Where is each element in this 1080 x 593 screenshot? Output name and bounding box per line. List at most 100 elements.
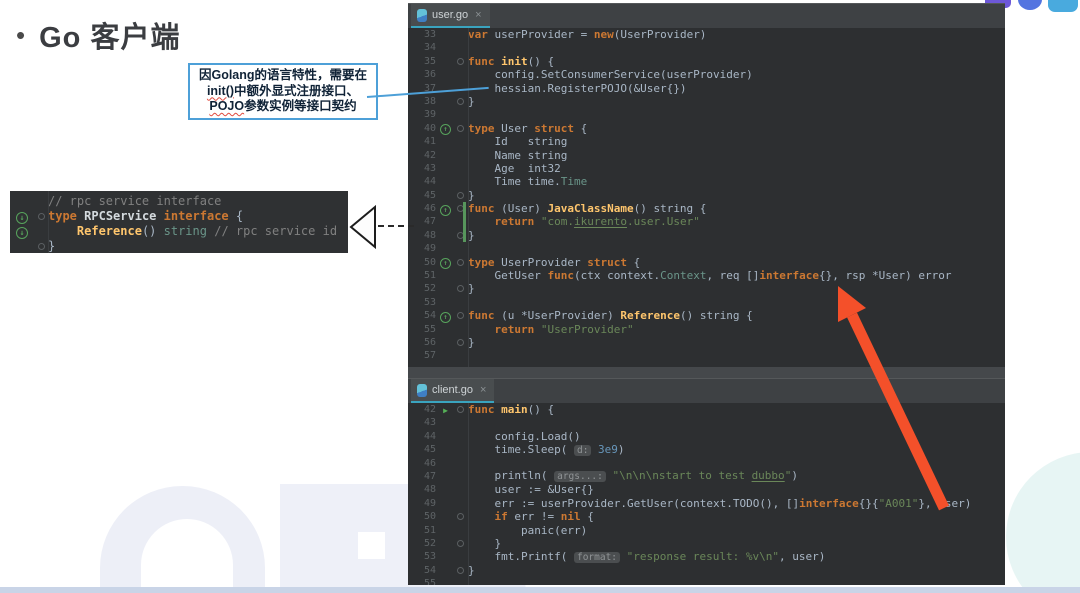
- code-line: 48}: [408, 229, 1005, 242]
- code-text: fmt.Printf( format: "response result: %v…: [468, 549, 826, 563]
- tab-client-go[interactable]: client.go ×: [411, 379, 495, 403]
- code-text: type UserProvider struct {: [468, 255, 641, 269]
- tab-user-go[interactable]: user.go ×: [411, 4, 490, 28]
- code-line: 50 if err != nil {: [408, 510, 1005, 523]
- line-number: 42: [423, 149, 436, 161]
- gutter-divider: [48, 191, 49, 253]
- fold-marker: [34, 209, 48, 224]
- implemented-marker-icon: ↑: [438, 309, 453, 323]
- line-number: 44: [423, 430, 436, 442]
- line-number: 52: [423, 537, 436, 549]
- code-text: if err != nil {: [494, 510, 594, 524]
- user-editor-code[interactable]: 33 var userProvider = new(UserProvider) 34…: [408, 28, 1005, 378]
- editor-window-client: client.go × 42 ▶ func main() {43 44 config.…: [408, 378, 1005, 585]
- editor-window-user: user.go × 33 var userProvider = new(UserP…: [408, 3, 1005, 378]
- code-text: Age int32: [468, 161, 561, 175]
- tab-label: user.go: [432, 9, 469, 21]
- code-line: 37 hessian.RegisterPOJO(&User{}): [408, 82, 1005, 95]
- code-text: type RPCService interface {: [48, 209, 244, 223]
- code-line: 43: [408, 416, 1005, 429]
- line-number: 54: [423, 310, 436, 322]
- fold-marker: [34, 239, 48, 253]
- run-icon: ▶: [443, 405, 448, 415]
- overridden-marker-icon: ↓: [10, 209, 34, 224]
- code-line: ↓ type RPCService interface {: [10, 209, 348, 224]
- code-line: 45 time.Sleep( d: 3e9): [408, 443, 1005, 456]
- fold-marker: [453, 122, 468, 135]
- fold-marker: [453, 564, 468, 577]
- code-text: hessian.RegisterPOJO(&User{}): [468, 81, 687, 95]
- line-number: 48: [423, 229, 436, 241]
- line-number: 45: [423, 444, 436, 456]
- code-line: 33 var userProvider = new(UserProvider): [408, 28, 1005, 41]
- line-number: 45: [423, 189, 436, 201]
- fold-marker: [453, 282, 468, 295]
- bottom-accent-strip: [0, 587, 1080, 593]
- implemented-marker-icon: ↑: [438, 255, 453, 270]
- code-line: 55: [408, 577, 1005, 585]
- code-text: }: [468, 536, 502, 550]
- line-number: 55: [423, 323, 436, 335]
- code-line: 42 ▶ func main() {: [408, 403, 1005, 416]
- horizontal-scrollbar[interactable]: [408, 367, 1005, 378]
- code-text: err := userProvider.GetUser(context.TODO…: [468, 496, 972, 510]
- code-line: 38}: [408, 95, 1005, 108]
- code-text: func (User) JavaClassName() string {: [468, 202, 707, 216]
- client-editor-code[interactable]: 42 ▶ func main() {43 44 config.Load() 45 tim…: [408, 403, 1005, 585]
- fold-marker: [453, 256, 468, 269]
- code-line: 44 config.Load(): [408, 430, 1005, 443]
- code-line: 47 return "com.ikurento.user.User": [408, 215, 1005, 228]
- code-line: 34: [408, 41, 1005, 54]
- close-tab-icon[interactable]: ×: [480, 384, 486, 396]
- vcs-change-bar: [463, 202, 466, 242]
- code-line: 46: [408, 457, 1005, 470]
- code-line: 53 fmt.Printf( format: "response result:…: [408, 550, 1005, 563]
- code-line: 47 println( args...: "\n\n\nstart to tes…: [408, 469, 1005, 483]
- code-line: 54}: [408, 564, 1005, 577]
- line-number: 41: [423, 136, 436, 148]
- line-number: 57: [423, 350, 436, 362]
- code-line: 45}: [408, 189, 1005, 202]
- triangle-pointer-icon: [349, 204, 376, 250]
- fold-marker: [453, 95, 468, 108]
- code-line: 40 ↑ type User struct {: [408, 122, 1005, 136]
- line-number: 33: [423, 29, 436, 40]
- slide: • Go 客户端 因Golang的语言特性，需要在 init()中额外显式注册接口…: [0, 0, 1080, 593]
- line-number: 50: [423, 256, 436, 268]
- code-line: 53: [408, 296, 1005, 309]
- code-text: func main() {: [468, 403, 555, 416]
- line-number: 54: [423, 564, 436, 576]
- code-line: 39: [408, 108, 1005, 121]
- line-number: 44: [423, 176, 436, 188]
- line-number: 48: [423, 484, 436, 496]
- tab-label: client.go: [432, 384, 473, 396]
- tab-bar: client.go ×: [408, 379, 1005, 403]
- line-number: 47: [423, 470, 436, 482]
- close-tab-icon[interactable]: ×: [475, 9, 481, 21]
- code-text: config.SetConsumerService(userProvider): [468, 68, 753, 82]
- code-text: panic(err): [468, 523, 588, 537]
- rpc-interface-snippet: // rpc service interface ↓ type RPCService…: [10, 191, 348, 253]
- bullet-icon: •: [16, 20, 26, 50]
- code-text: func init() {: [468, 54, 555, 68]
- fold-marker: [453, 55, 468, 68]
- dashed-connector-line: [378, 225, 414, 227]
- code-text: Name string: [468, 148, 568, 162]
- callout-text-line: 因Golang的语言特性，需要在: [198, 68, 368, 82]
- code-text: // rpc service interface: [48, 194, 222, 208]
- code-text: time.Sleep( d: 3e9): [468, 442, 625, 456]
- code-line: 50 ↑ type UserProvider struct {: [408, 255, 1005, 270]
- gutter-divider: [468, 403, 469, 585]
- line-number: 51: [423, 270, 436, 282]
- line-number: 34: [423, 42, 436, 54]
- code-text: println( args...: "\n\n\nstart to test d…: [468, 469, 798, 483]
- code-line: 54 ↑ func (u *UserProvider) Reference() st…: [408, 309, 1005, 323]
- line-number: 38: [423, 95, 436, 107]
- code-line: 49: [408, 242, 1005, 255]
- line-number: 46: [423, 203, 436, 215]
- code-line: 36 config.SetConsumerService(userProvide…: [408, 68, 1005, 81]
- watermark-shape: [358, 532, 385, 559]
- page-title: • Go 客户端: [16, 14, 180, 56]
- line-number: 42: [423, 404, 436, 415]
- code-line: 57: [408, 349, 1005, 362]
